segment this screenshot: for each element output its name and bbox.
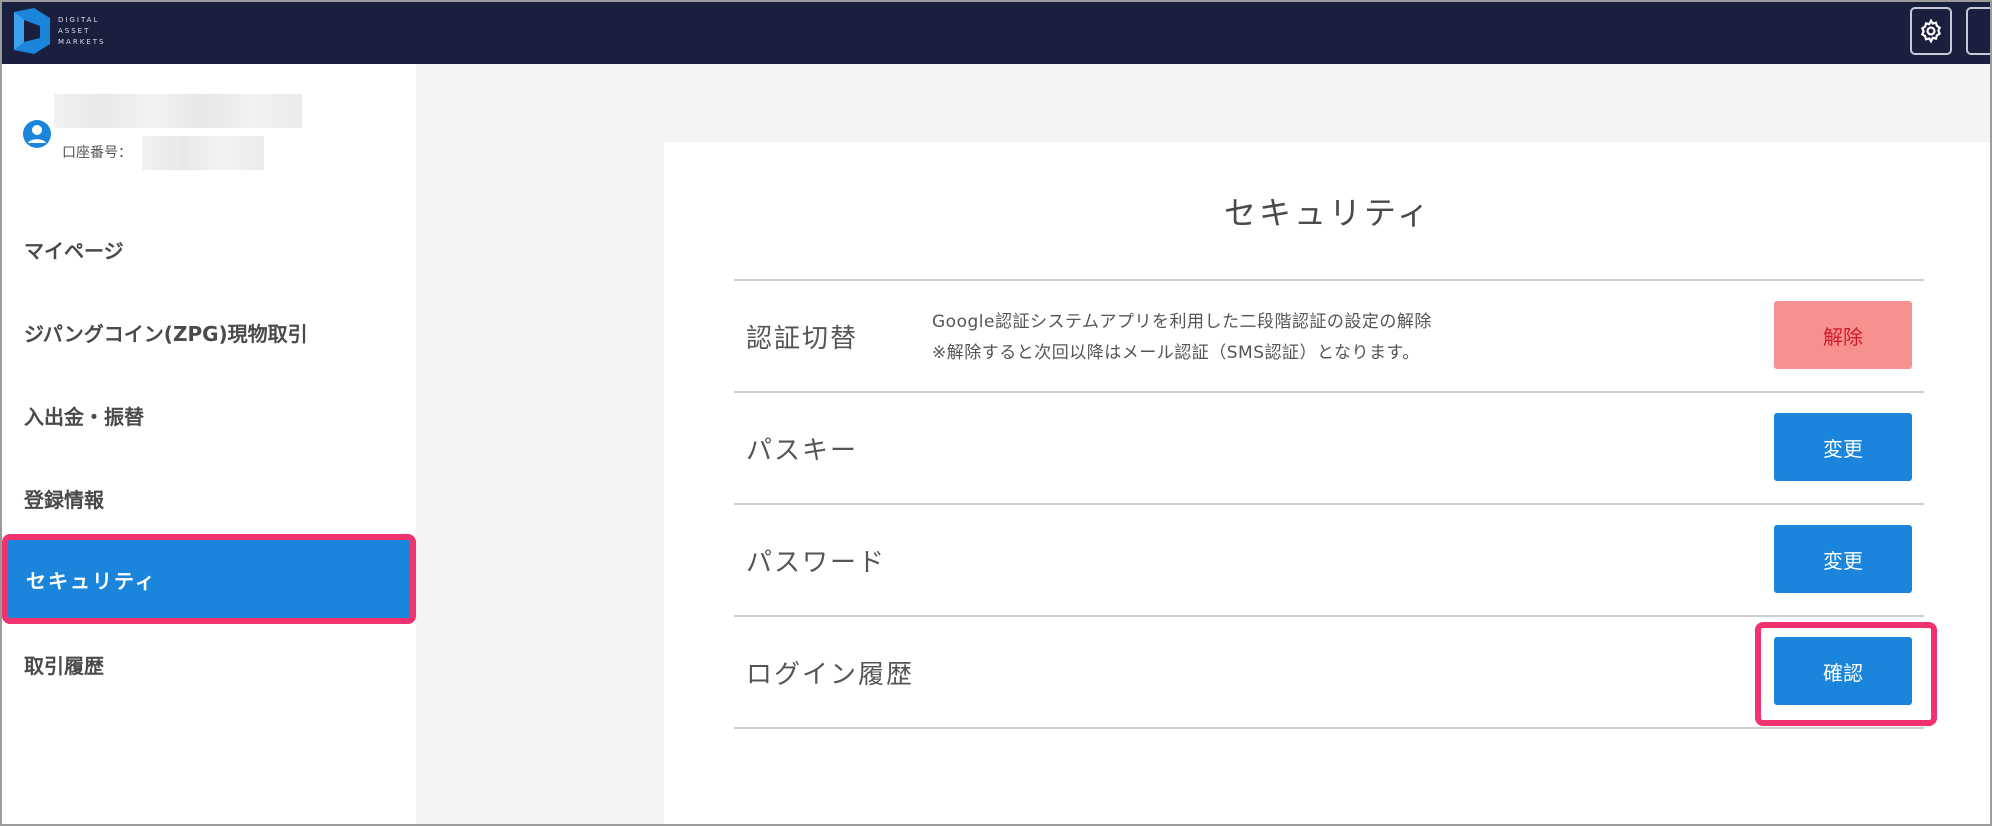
change-password-button[interactable]: 変更 xyxy=(1774,525,1912,593)
security-panel: セキュリティ 認証切替 Google認証システムアプリを利用した二段階認証の設定… xyxy=(664,142,1992,826)
menu-button-partial[interactable] xyxy=(1966,7,1992,55)
logo-line: MARKETS xyxy=(58,38,106,46)
settings-button[interactable] xyxy=(1910,7,1952,55)
user-name-redacted xyxy=(54,94,302,128)
logo-icon xyxy=(14,8,50,54)
account-number-label: 口座番号： xyxy=(62,145,132,161)
settings-row-password: パスワード 変更 xyxy=(734,503,1924,615)
settings-row-login-history: ログイン履歴 確認 xyxy=(734,615,1924,729)
settings-row-passkey: パスキー 変更 xyxy=(734,391,1924,503)
user-avatar-icon xyxy=(23,120,51,148)
sidebar-item-security[interactable]: セキュリティ xyxy=(2,534,416,624)
row-label: 認証切替 xyxy=(746,323,859,354)
logo-text: DIGITAL ASSET MARKETS xyxy=(58,15,105,47)
view-login-history-button[interactable]: 確認 xyxy=(1774,637,1912,705)
sidebar-item-zpg-trading[interactable]: ジパングコイン(ZPG)現物取引 xyxy=(0,291,416,374)
sidebar-item-deposit-withdraw[interactable]: 入出金・振替 xyxy=(0,374,416,457)
row-description: Google認証システムアプリを利用した二段階認証の設定の解除 ※解除すると次回… xyxy=(932,307,1432,369)
sidebar: 口座番号： マイページ ジパングコイン(ZPG)現物取引 入出金・振替 登録情報… xyxy=(0,64,416,826)
settings-row-auth-switch: 認証切替 Google認証システムアプリを利用した二段階認証の設定の解除 ※解除… xyxy=(734,279,1924,391)
logo-line: DIGITAL xyxy=(58,16,100,24)
sidebar-item-mypage[interactable]: マイページ xyxy=(0,208,416,291)
gear-icon xyxy=(1920,18,1942,44)
logo-line: ASSET xyxy=(58,27,91,35)
account-number-redacted xyxy=(142,136,264,170)
sidebar-item-registration[interactable]: 登録情報 xyxy=(0,457,416,540)
security-settings-table: 認証切替 Google認証システムアプリを利用した二段階認証の設定の解除 ※解除… xyxy=(734,279,1924,729)
disable-2fa-button[interactable]: 解除 xyxy=(1774,301,1912,369)
page-title: セキュリティ xyxy=(1223,194,1433,232)
row-label: パスワード xyxy=(746,547,887,578)
row-label: パスキー xyxy=(746,435,859,466)
row-label: ログイン履歴 xyxy=(746,659,915,690)
sidebar-item-trade-history[interactable]: 取引履歴 xyxy=(0,623,416,706)
logo[interactable]: DIGITAL ASSET MARKETS xyxy=(12,8,105,54)
top-bar: DIGITAL ASSET MARKETS xyxy=(0,0,1992,64)
change-passkey-button[interactable]: 変更 xyxy=(1774,413,1912,481)
description-line: ※解除すると次回以降はメール認証（SMS認証）となります。 xyxy=(932,343,1420,363)
description-line: Google認証システムアプリを利用した二段階認証の設定の解除 xyxy=(932,312,1432,332)
